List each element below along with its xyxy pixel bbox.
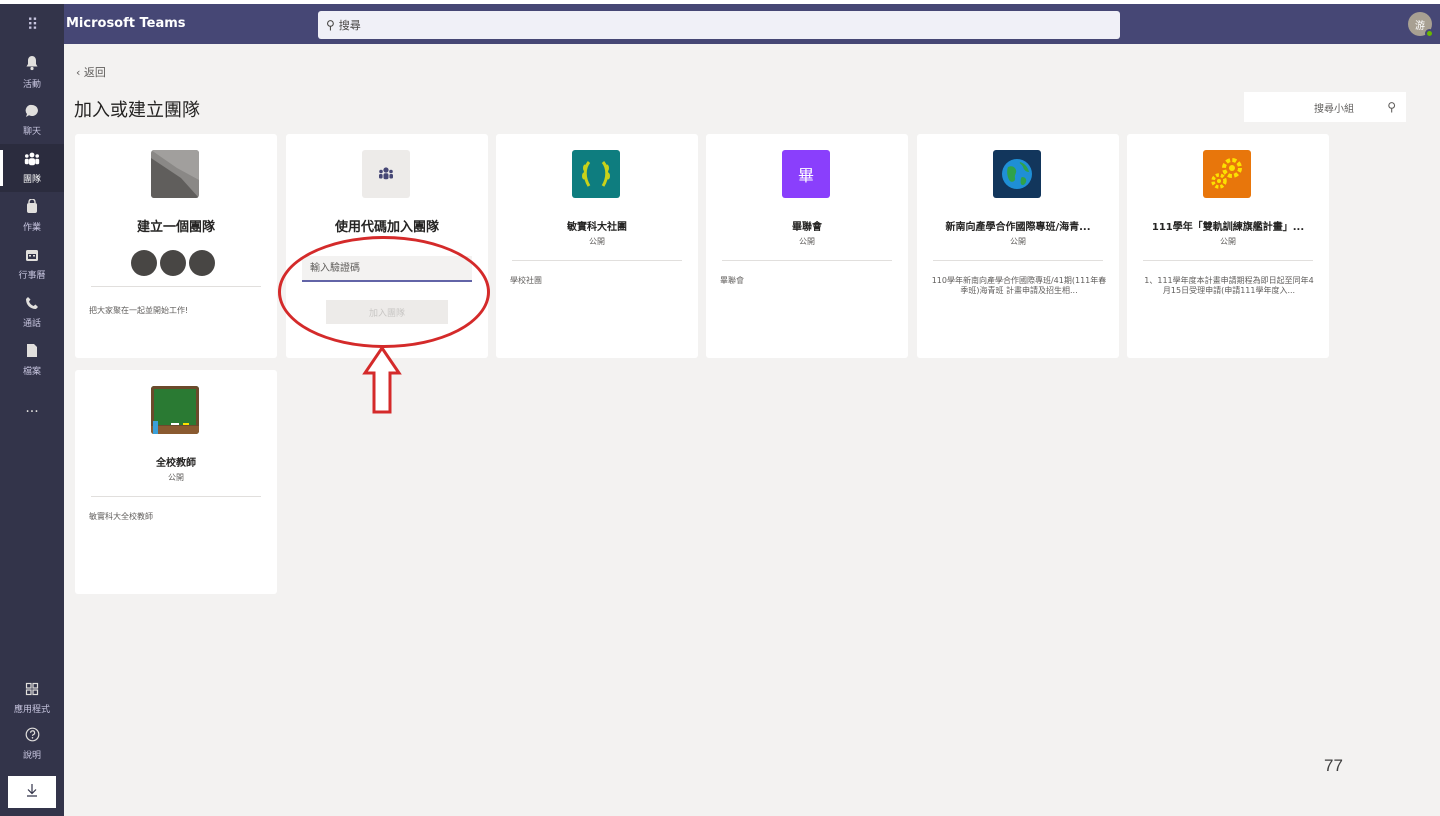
rail-item-activity[interactable]: 活動: [0, 48, 64, 96]
rail-item-label: 檔案: [22, 367, 41, 377]
grid-dots-icon: ⠿: [26, 14, 39, 34]
team-search-input[interactable]: 搜尋小組 ⚲: [1244, 92, 1406, 122]
card-title: 建立一個團隊: [136, 220, 215, 235]
gears-icon: [1203, 150, 1251, 198]
card-description: 敏實科大全校教師: [89, 512, 153, 521]
chalkboard-icon: [151, 386, 199, 434]
rail-item-label: 作業: [22, 223, 41, 233]
rail-item-chat[interactable]: 聊天: [0, 96, 64, 144]
rail-item-files[interactable]: 檔案: [0, 336, 64, 384]
card-description: 學校社團: [510, 276, 542, 285]
search-icon: ⚲: [1387, 100, 1396, 114]
divider: [91, 286, 261, 287]
team-card[interactable]: 全校教師 公開 敏實科大全校教師: [75, 370, 277, 594]
apps-icon: [25, 682, 39, 700]
card-description: 110學年新南向產學合作國際專班/41期(111年春季班)海青班 計畫申請及招生…: [931, 276, 1107, 295]
avatar[interactable]: 游: [1408, 12, 1434, 38]
teams-icon: [24, 152, 40, 170]
card-description: 畢聯會: [720, 276, 744, 285]
up-arrow-icon: [362, 345, 402, 414]
card-title: 全校教師: [156, 458, 196, 469]
card-title: 使用代碼加入團隊: [334, 220, 439, 235]
privacy-label: 公開: [799, 237, 815, 246]
privacy-label: 公開: [1220, 237, 1236, 246]
card-title: 敏實科大社團: [567, 222, 627, 233]
search-placeholder: 搜尋: [338, 19, 361, 32]
rail-item-calendar[interactable]: 行事曆: [0, 240, 64, 288]
privacy-label: 公開: [1010, 237, 1026, 246]
card-title: 畢聯會: [792, 222, 822, 233]
rail-item-calls[interactable]: 通話: [0, 288, 64, 336]
team-card[interactable]: 敏實科大社團 公開 學校社團: [496, 134, 698, 358]
app-bar: 活動 聊天 團隊 作業 行事曆 通話 檔案 ... 應用程式 說明: [0, 44, 64, 816]
rail-item-label: 聊天: [22, 126, 41, 137]
card-title: 111學年「雙軌訓練旗艦計畫」...: [1151, 222, 1305, 233]
page-title: 加入或建立團隊: [74, 100, 200, 121]
divider: [933, 260, 1103, 261]
avatar: [160, 250, 186, 276]
divider: [91, 496, 261, 497]
chat-icon: [25, 104, 39, 122]
member-avatars: [131, 250, 215, 276]
rail-item-label: 活動: [22, 79, 41, 90]
download-button[interactable]: [8, 776, 56, 808]
join-team-image: [362, 150, 410, 198]
avatar-initial: 游: [1415, 20, 1425, 32]
app-launcher-button[interactable]: ⠿: [0, 4, 64, 44]
app-title: Microsoft Teams: [66, 16, 186, 31]
bell-icon: [25, 55, 39, 75]
divider: [722, 260, 892, 261]
presence-available-icon: [1425, 29, 1434, 38]
rail-item-label: 通話: [22, 318, 41, 329]
phone-icon: [25, 296, 39, 314]
rail-item-assignments[interactable]: 作業: [0, 192, 64, 240]
rail-item-apps[interactable]: 應用程式: [0, 674, 64, 722]
card-description: 1、111學年度本計畫申請期程為即日起至同年4月15日受理申請(申請111學年度…: [1144, 276, 1314, 295]
help-icon: [25, 727, 40, 746]
main-content: ‹ 返回 加入或建立團隊 搜尋小組 ⚲ 建立一個團隊 把大家聚在一起並開始工作!…: [64, 44, 1440, 816]
rail-item-label: 團隊: [22, 174, 41, 185]
team-search-placeholder: 搜尋小組: [1314, 103, 1354, 115]
rail-item-label: 行事曆: [18, 270, 46, 281]
top-bar: ⠿ Microsoft Teams ⚲ 搜尋 游: [0, 4, 1440, 44]
card-description: 把大家聚在一起並開始工作!: [89, 306, 189, 315]
search-input[interactable]: ⚲ 搜尋: [318, 11, 1120, 39]
slide-page-number: 77: [1324, 756, 1343, 775]
team-card[interactable]: 畢 畢聯會 公開 畢聯會: [706, 134, 908, 358]
download-icon: [26, 783, 38, 801]
divider: [512, 260, 682, 261]
avatar: [189, 250, 215, 276]
rail-item-label: 應用程式: [13, 704, 50, 715]
back-link[interactable]: ‹ 返回: [76, 64, 106, 80]
privacy-label: 公開: [168, 473, 184, 482]
highlight-ellipse: [278, 236, 490, 348]
more-apps-button[interactable]: ...: [0, 400, 64, 416]
create-team-card[interactable]: 建立一個團隊 把大家聚在一起並開始工作!: [75, 134, 277, 358]
card-title: 新南向產學合作國際專班/海青...: [945, 222, 1091, 233]
rail-item-label: 說明: [22, 751, 41, 761]
avatar: [131, 250, 157, 276]
rail-item-teams[interactable]: 團隊: [0, 144, 64, 192]
calendar-icon: [25, 248, 39, 266]
privacy-label: 公開: [589, 237, 605, 246]
search-icon: ⚲: [326, 18, 335, 32]
team-card[interactable]: 111學年「雙軌訓練旗艦計畫」... 公開 1、111學年度本計畫申請期程為即日…: [1127, 134, 1329, 358]
divider: [1143, 260, 1313, 261]
team-card[interactable]: 新南向產學合作國際專班/海青... 公開 110學年新南向產學合作國際專班/41…: [917, 134, 1119, 358]
file-icon: [26, 343, 38, 362]
laurel-icon: [572, 150, 620, 198]
letter-icon: 畢: [782, 150, 830, 198]
rail-item-help[interactable]: 說明: [0, 720, 64, 768]
create-team-image: [151, 150, 199, 198]
globe-icon: [993, 150, 1041, 198]
assignments-icon: [26, 198, 38, 218]
